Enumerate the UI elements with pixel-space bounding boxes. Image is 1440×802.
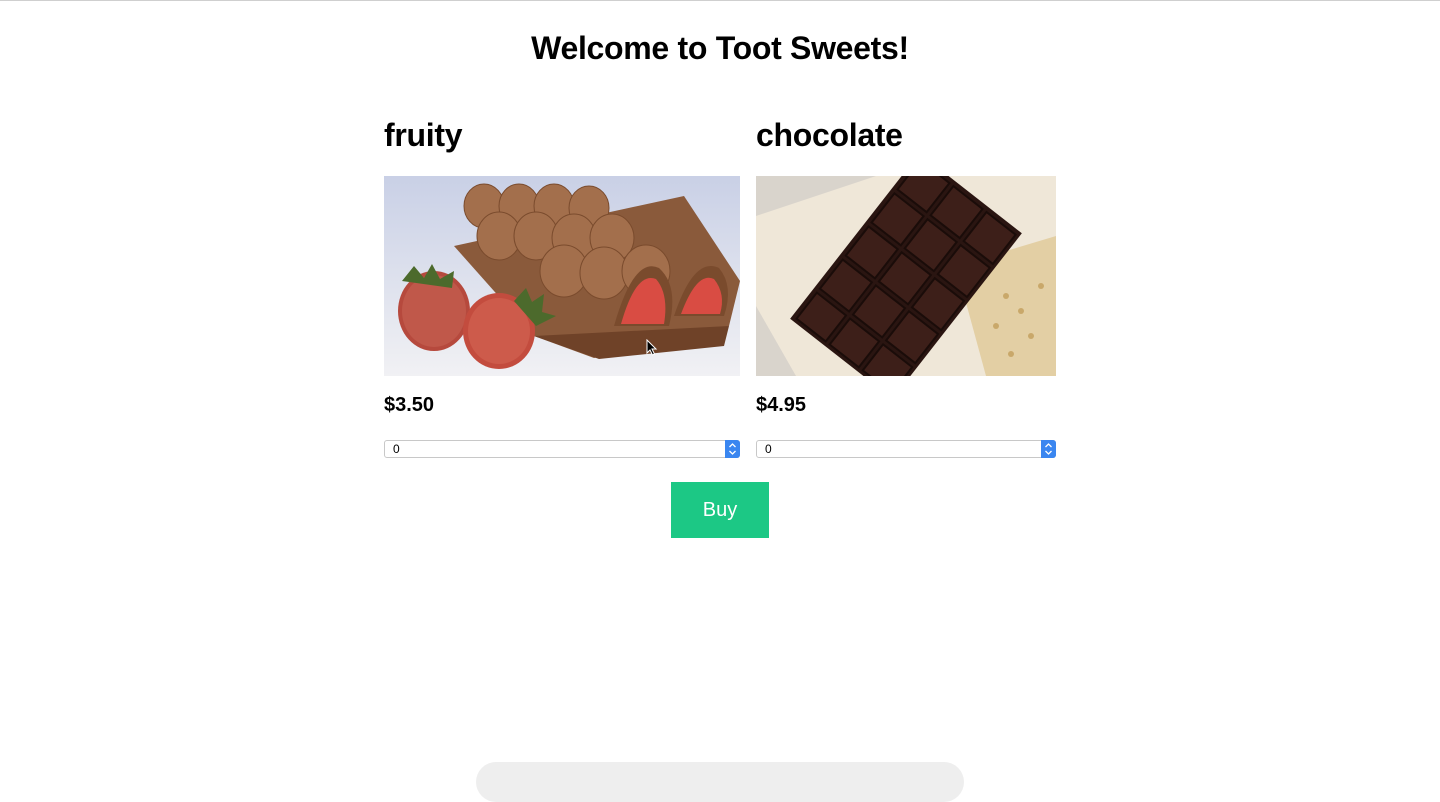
- select-arrows-icon[interactable]: [1041, 440, 1056, 458]
- product-image-chocolate: [756, 176, 1056, 376]
- product-image-fruity: [384, 176, 740, 376]
- quantity-select[interactable]: 0: [756, 440, 1056, 458]
- select-arrows-icon[interactable]: [725, 440, 740, 458]
- top-divider: [0, 0, 1440, 1]
- dark-chocolate-image: [756, 176, 1056, 376]
- quantity-value: 0: [393, 442, 400, 456]
- mouse-cursor-icon: [646, 338, 658, 362]
- product-name: chocolate: [756, 117, 903, 153]
- quantity-value: 0: [765, 442, 772, 456]
- product-card-chocolate: chocolate $4.95 0: [756, 112, 1056, 458]
- quantity-select[interactable]: 0: [384, 440, 740, 458]
- product-price: $4.95: [756, 394, 807, 416]
- product-price: $3.50: [384, 394, 435, 416]
- strawberry-chocolate-image: [384, 176, 740, 376]
- page-title: Welcome to Toot Sweets!: [531, 30, 909, 66]
- buy-button[interactable]: Buy: [671, 482, 769, 538]
- product-name: fruity: [384, 117, 463, 153]
- bottom-overlay-bar: [476, 762, 964, 802]
- product-card-fruity: fruity $3.50 0: [384, 112, 740, 458]
